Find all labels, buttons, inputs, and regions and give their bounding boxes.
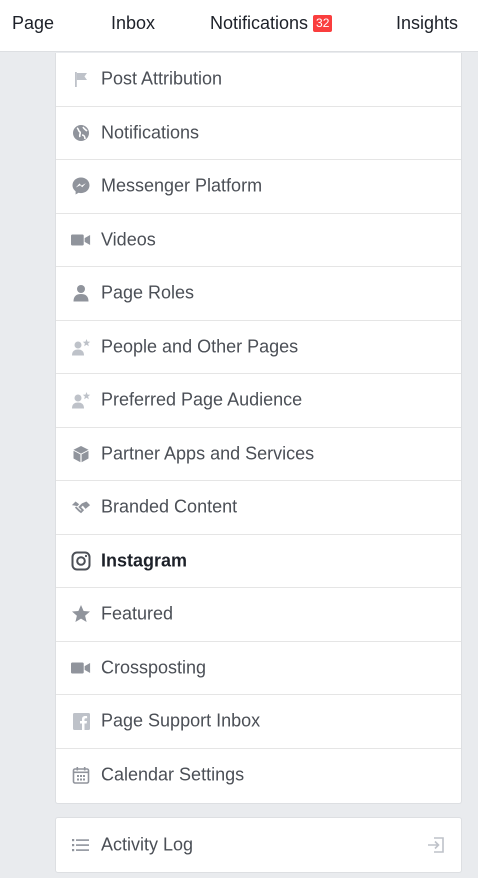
menu-item-notifications[interactable]: Notifications	[56, 107, 461, 160]
tab-page[interactable]: Page	[12, 13, 54, 34]
flag-icon	[71, 69, 91, 89]
menu-item-label: Page Support Inbox	[101, 710, 261, 731]
activity-log-label: Activity Log	[101, 834, 194, 855]
menu-item-label: Partner Apps and Services	[101, 443, 315, 464]
menu-item-calendar-settings[interactable]: Calendar Settings	[56, 749, 461, 803]
menu-item-label: Post Attribution	[101, 68, 223, 89]
menu-item-label: Calendar Settings	[101, 764, 245, 785]
star-icon	[71, 604, 91, 624]
settings-menu: Post Attribution Notifications Messenger…	[55, 53, 462, 804]
menu-item-preferred-page-audience[interactable]: Preferred Page Audience	[56, 374, 461, 428]
video-camera-icon	[71, 658, 91, 678]
person-star-icon	[71, 390, 91, 410]
messenger-icon	[71, 176, 91, 196]
menu-item-post-attribution[interactable]: Post Attribution	[56, 53, 461, 107]
menu-item-instagram[interactable]: Instagram	[56, 535, 461, 588]
menu-item-page-roles[interactable]: Page Roles	[56, 267, 461, 321]
facebook-icon	[71, 711, 91, 731]
menu-item-branded-content[interactable]: Branded Content	[56, 481, 461, 535]
handshake-icon	[71, 497, 91, 517]
activity-log-panel: Activity Log	[55, 817, 462, 873]
calendar-icon	[71, 765, 91, 785]
menu-item-label: Crossposting	[101, 657, 207, 678]
instagram-icon	[71, 551, 91, 571]
tab-notifications[interactable]: Notifications 32	[210, 13, 333, 34]
tab-inbox[interactable]: Inbox	[111, 13, 155, 34]
tab-notifications-label: Notifications	[210, 13, 309, 33]
activity-log-item[interactable]: Activity Log	[56, 818, 461, 872]
menu-item-featured[interactable]: Featured	[56, 588, 461, 642]
video-camera-icon	[71, 230, 91, 250]
tab-insights[interactable]: Insights	[396, 13, 458, 34]
notifications-count-badge: 32	[313, 15, 333, 32]
menu-item-label: Videos	[101, 229, 156, 250]
menu-item-people-and-other-pages[interactable]: People and Other Pages	[56, 321, 461, 374]
list-icon	[71, 835, 91, 855]
menu-item-label: Notifications	[101, 122, 200, 143]
cube-icon	[71, 444, 91, 464]
person-star-icon	[71, 337, 91, 357]
person-icon	[71, 283, 91, 303]
menu-item-label: Featured	[101, 603, 174, 624]
menu-item-partner-apps-and-services[interactable]: Partner Apps and Services	[56, 428, 461, 481]
page-top-nav: Page Inbox Notifications 32 Insights	[0, 0, 478, 52]
menu-item-messenger-platform[interactable]: Messenger Platform	[56, 160, 461, 214]
menu-item-page-support-inbox[interactable]: Page Support Inbox	[56, 695, 461, 749]
menu-item-label: Branded Content	[101, 496, 238, 517]
menu-item-label: Messenger Platform	[101, 175, 263, 196]
menu-item-label: Preferred Page Audience	[101, 389, 303, 410]
menu-item-videos[interactable]: Videos	[56, 214, 461, 267]
menu-item-label: People and Other Pages	[101, 336, 299, 357]
exit-icon[interactable]	[426, 835, 446, 855]
menu-item-crossposting[interactable]: Crossposting	[56, 642, 461, 695]
menu-item-label: Page Roles	[101, 282, 195, 303]
menu-item-label: Instagram	[101, 550, 188, 571]
globe-icon	[71, 123, 91, 143]
